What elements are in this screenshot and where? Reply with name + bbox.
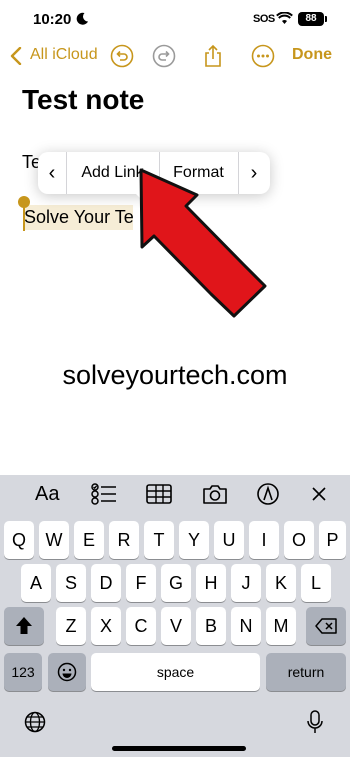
return-key[interactable]: return	[266, 653, 346, 691]
watermark-text: solveyourtech.com	[62, 360, 288, 390]
key[interactable]: X	[91, 607, 121, 645]
key[interactable]: L	[301, 564, 331, 602]
text-format-button[interactable]: Aa	[35, 483, 59, 506]
key[interactable]: Z	[56, 607, 86, 645]
numbers-key[interactable]: 123	[4, 653, 42, 691]
share-icon[interactable]	[201, 44, 225, 68]
sos-indicator: SOS	[253, 13, 275, 25]
key[interactable]: H	[196, 564, 226, 602]
key[interactable]: Q	[4, 521, 34, 559]
key[interactable]: S	[56, 564, 86, 602]
key[interactable]: J	[231, 564, 261, 602]
key[interactable]: K	[266, 564, 296, 602]
key[interactable]: O	[284, 521, 314, 559]
more-icon[interactable]	[251, 44, 275, 68]
key[interactable]: Y	[179, 521, 209, 559]
selection-handle-knob[interactable]	[18, 196, 30, 208]
backspace-icon	[315, 618, 337, 634]
key[interactable]: U	[214, 521, 244, 559]
key[interactable]: P	[319, 521, 346, 559]
add-link-button[interactable]: Add Link	[66, 152, 159, 194]
done-button[interactable]: Done	[292, 46, 332, 64]
key[interactable]: I	[249, 521, 279, 559]
context-menu-pointer	[134, 192, 152, 201]
moon-icon	[76, 12, 88, 25]
checklist-icon[interactable]	[89, 482, 117, 506]
context-menu-next[interactable]: ›	[238, 152, 270, 194]
status-time: 10:20	[33, 11, 72, 28]
microphone-icon[interactable]	[306, 710, 324, 734]
key[interactable]: G	[161, 564, 191, 602]
close-icon[interactable]	[305, 482, 333, 506]
selected-text-content: Solve Your Te	[24, 207, 133, 227]
markup-icon[interactable]	[254, 482, 282, 506]
battery-indicator: 88	[298, 12, 327, 26]
key[interactable]: C	[126, 607, 156, 645]
key[interactable]: A	[21, 564, 51, 602]
key[interactable]: F	[126, 564, 156, 602]
globe-icon[interactable]	[24, 711, 46, 733]
chevron-left-icon[interactable]	[10, 47, 22, 65]
format-button[interactable]: Format	[159, 152, 238, 194]
space-key[interactable]: space	[91, 653, 260, 691]
emoji-key[interactable]	[48, 653, 86, 691]
nav-bar: All iCloud Done	[0, 40, 350, 72]
shift-key[interactable]	[4, 607, 44, 645]
table-icon[interactable]	[145, 482, 173, 506]
selected-text[interactable]: Solve Your Te	[23, 205, 133, 230]
redo-icon[interactable]	[152, 44, 176, 68]
context-menu: ‹ Add Link Format ›	[38, 152, 270, 194]
key[interactable]: W	[39, 521, 69, 559]
wifi-icon	[276, 12, 293, 24]
back-button[interactable]: All iCloud	[30, 46, 98, 64]
status-bar: 10:20 SOS 88	[0, 0, 350, 40]
key[interactable]: V	[161, 607, 191, 645]
note-title[interactable]: Test note	[22, 84, 144, 116]
key[interactable]: N	[231, 607, 261, 645]
shift-icon	[16, 617, 32, 634]
key[interactable]: M	[266, 607, 296, 645]
key[interactable]: T	[144, 521, 174, 559]
key[interactable]: B	[196, 607, 226, 645]
emoji-icon	[57, 662, 77, 682]
selection-handle-bar[interactable]	[23, 204, 25, 231]
context-menu-prev[interactable]: ‹	[38, 152, 66, 194]
key[interactable]: D	[91, 564, 121, 602]
delete-key[interactable]	[306, 607, 346, 645]
key[interactable]: E	[74, 521, 104, 559]
camera-icon[interactable]	[201, 482, 229, 506]
undo-icon[interactable]	[110, 44, 134, 68]
keyboard: Q W E R T Y U I O P A S D F G H J K L Z …	[0, 513, 350, 757]
home-indicator	[112, 746, 246, 751]
key[interactable]: R	[109, 521, 139, 559]
keyboard-toolbar: Aa	[0, 475, 350, 513]
